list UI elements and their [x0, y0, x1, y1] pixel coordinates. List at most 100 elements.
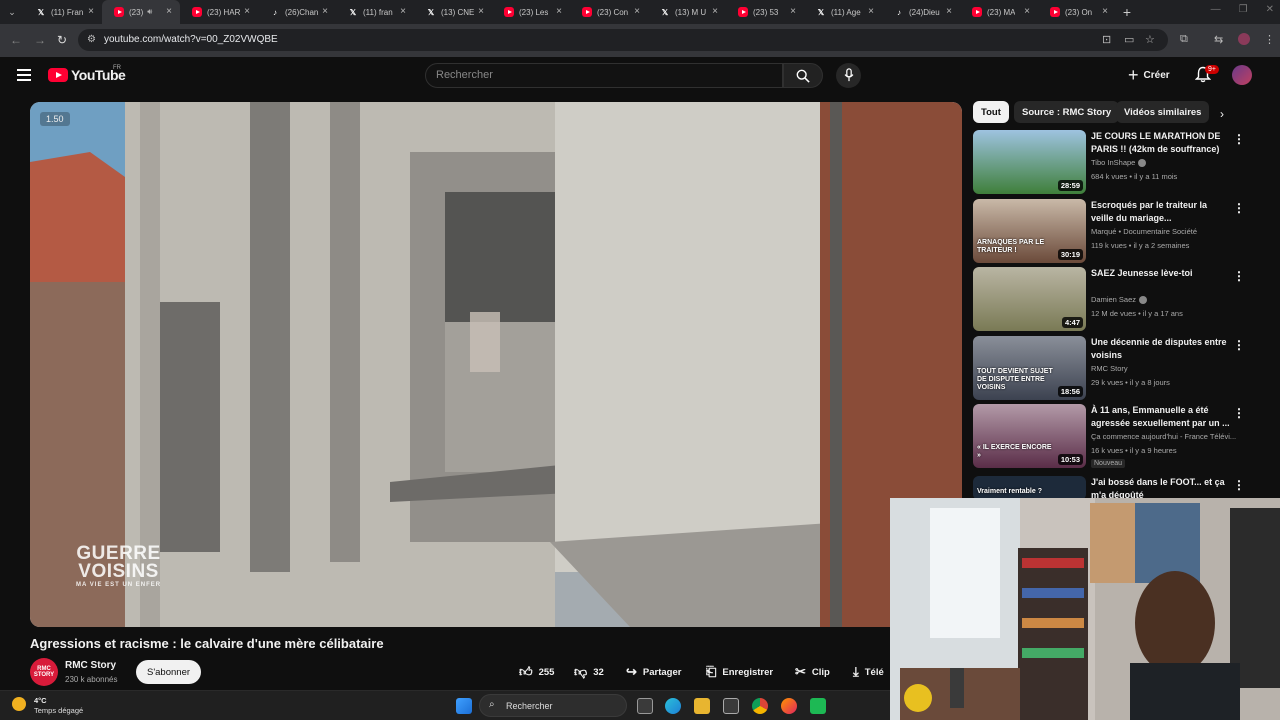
close-tab-icon[interactable]: ×	[478, 6, 484, 17]
video-thumbnail[interactable]: 28:59	[973, 130, 1086, 194]
recommended-channel[interactable]: Damien Saez	[1091, 295, 1148, 305]
weather-moon-icon[interactable]	[12, 697, 26, 711]
close-window-icon[interactable]: ✕	[1266, 4, 1274, 15]
more-options-icon[interactable]: ⋮	[1233, 406, 1245, 420]
close-tab-icon[interactable]: ×	[790, 6, 796, 17]
browser-tab[interactable]: (23) 53 ×	[726, 0, 804, 24]
extensions-icon[interactable]: ⧉	[1180, 33, 1188, 46]
url-field[interactable]: ⚙ youtube.com/watch?v=00_Z02VWQBE	[78, 29, 1168, 51]
video-thumbnail[interactable]: ARNAQUES PAR LE TRAITEUR ! 30:19	[973, 199, 1086, 263]
profile-avatar[interactable]	[1238, 33, 1250, 45]
account-avatar[interactable]	[1232, 65, 1252, 85]
close-tab-icon[interactable]: ×	[88, 6, 94, 17]
video-player[interactable]: 1.50 GUERRE VOISINS MA VIE EST UN ENFER	[30, 102, 962, 627]
app-icon[interactable]	[810, 698, 826, 714]
install-icon[interactable]: ⊡	[1102, 33, 1111, 46]
more-options-icon[interactable]: ⋮	[1233, 338, 1245, 352]
recommended-video[interactable]: ARNAQUES PAR LE TRAITEUR ! 30:19 Escroqués…	[973, 199, 1253, 263]
channel-avatar[interactable]: RMC STORY	[30, 658, 58, 686]
tab-search-icon[interactable]: ⌄	[0, 0, 24, 24]
browser-tab[interactable]: 𝕏 (13) CNE ×	[414, 0, 492, 24]
share-button[interactable]: ↪ Partager	[626, 660, 681, 684]
chip-all[interactable]: Tout	[973, 101, 1009, 123]
save-button[interactable]: ⎗ Enregistrer	[706, 660, 773, 684]
task-view-icon[interactable]	[637, 698, 653, 714]
search-input[interactable]: Rechercher	[425, 63, 783, 88]
close-tab-icon[interactable]: ×	[946, 6, 952, 17]
file-explorer-icon[interactable]	[694, 698, 710, 714]
browser-tab[interactable]: 𝕏 (11) fran ×	[336, 0, 414, 24]
more-options-icon[interactable]: ⋮	[1233, 269, 1245, 283]
browser-tab[interactable]: (23) Les ×	[492, 0, 570, 24]
more-options-icon[interactable]: ⋮	[1233, 132, 1245, 146]
recommended-video[interactable]: 4:47 SAEZ Jeunesse lève-toi Damien Saez 12 …	[973, 267, 1253, 331]
browser-tab[interactable]: ♪ (24)Dieu ×	[882, 0, 960, 24]
store-icon[interactable]	[723, 698, 739, 714]
close-tab-icon[interactable]: ×	[712, 6, 718, 17]
forward-icon[interactable]: →	[34, 33, 46, 47]
video-thumbnail[interactable]: « IL EXERCE ENCORE » 10:53	[973, 404, 1086, 468]
firefox-icon[interactable]	[781, 698, 797, 714]
recommended-channel[interactable]: Ça commence aujourd'hui - France Télévi.…	[1091, 432, 1236, 441]
search-button[interactable]	[783, 63, 823, 88]
recommended-video-title[interactable]: Une décennie de disputes entre voisins	[1091, 336, 1231, 362]
site-info-icon[interactable]: ⚙	[87, 34, 96, 45]
like-button[interactable]: 👍︎ 255	[519, 660, 554, 684]
download-button[interactable]: ⤓ Télé	[853, 660, 884, 684]
recommended-video-title[interactable]: Escroqués par le traiteur la veille du m…	[1091, 199, 1231, 225]
close-tab-icon[interactable]: ×	[868, 6, 874, 17]
recommended-video[interactable]: « IL EXERCE ENCORE » 10:53 À 11 ans, Emman…	[973, 404, 1253, 468]
chrome-icon[interactable]	[752, 698, 768, 714]
browser-tab[interactable]: 𝕏 (11) Age ×	[804, 0, 882, 24]
recommended-video-title[interactable]: SAEZ Jeunesse lève-toi	[1091, 267, 1231, 280]
back-icon[interactable]: ←	[10, 33, 22, 47]
recommended-channel[interactable]: Tibo InShape	[1091, 158, 1147, 168]
browser-tab[interactable]: (23) HAR ×	[180, 0, 258, 24]
browser-tab[interactable]: (23) MA ×	[960, 0, 1038, 24]
close-tab-icon[interactable]: ×	[1102, 6, 1108, 17]
recommended-video-title[interactable]: JE COURS LE MARATHON DE PARIS !! (42km d…	[1091, 130, 1231, 156]
browser-menu-icon[interactable]: ⋮	[1264, 33, 1275, 46]
bookmark-star-icon[interactable]: ☆	[1145, 33, 1155, 46]
subscribe-button[interactable]: S'abonner	[136, 660, 202, 684]
new-tab-button[interactable]: +	[1116, 4, 1138, 20]
speaker-icon[interactable]: 🔊︎	[147, 7, 152, 17]
more-options-icon[interactable]: ⋮	[1233, 201, 1245, 215]
close-tab-icon[interactable]: ×	[244, 6, 250, 17]
channel-name[interactable]: RMC Story	[65, 660, 116, 671]
browser-tab[interactable]: ♪ (26)Chan ×	[258, 0, 336, 24]
chip-source[interactable]: Source : RMC Story	[1014, 101, 1120, 123]
voice-search-button[interactable]	[836, 63, 861, 88]
close-tab-icon[interactable]: ×	[322, 6, 328, 17]
browser-tab[interactable]: (23) On ×	[1038, 0, 1116, 24]
reload-icon[interactable]: ↻	[57, 33, 67, 47]
browser-tab[interactable]: (23) 🔊︎ ×	[102, 0, 180, 24]
hamburger-menu-icon[interactable]	[17, 69, 31, 81]
more-options-icon[interactable]: ⋮	[1233, 478, 1245, 492]
recommended-video-title[interactable]: À 11 ans, Emmanuelle a été agressée sexu…	[1091, 404, 1231, 430]
browser-tab[interactable]: 𝕏 (11) Fran ×	[24, 0, 102, 24]
create-button[interactable]: + Créer	[1128, 64, 1170, 86]
close-tab-icon[interactable]: ×	[166, 6, 172, 17]
chevron-right-icon[interactable]: ›	[1220, 107, 1224, 121]
browser-tab[interactable]: 𝕏 (13) M U ×	[648, 0, 726, 24]
close-tab-icon[interactable]: ×	[1024, 6, 1030, 17]
close-tab-icon[interactable]: ×	[556, 6, 562, 17]
minimize-icon[interactable]: —	[1211, 4, 1221, 15]
dislike-button[interactable]: 👎︎ 32	[574, 660, 604, 684]
browser-tab[interactable]: (23) Con ×	[570, 0, 648, 24]
maximize-icon[interactable]: ❐	[1239, 4, 1248, 15]
recommended-video[interactable]: TOUT DEVIENT SUJET DE DISPUTE ENTRE VOIS…	[973, 336, 1253, 400]
taskbar-search[interactable]: ⌕ Rechercher	[479, 694, 627, 717]
clip-button[interactable]: ✂ Clip	[795, 660, 830, 684]
close-tab-icon[interactable]: ×	[400, 6, 406, 17]
edge-icon[interactable]	[665, 698, 681, 714]
chip-similar[interactable]: Vidéos similaires	[1116, 101, 1210, 123]
cast-icon[interactable]: ▭	[1124, 33, 1134, 46]
video-thumbnail[interactable]: TOUT DEVIENT SUJET DE DISPUTE ENTRE VOIS…	[973, 336, 1086, 400]
recommended-channel[interactable]: Marqué • Documentaire Société	[1091, 227, 1197, 236]
recommended-channel[interactable]: RMC Story	[1091, 364, 1128, 373]
recommended-video[interactable]: Vraiment rentable ? J'ai bossé dans le FO…	[973, 476, 1253, 500]
video-thumbnail[interactable]: Vraiment rentable ?	[973, 476, 1086, 500]
windows-start-icon[interactable]	[456, 698, 472, 714]
